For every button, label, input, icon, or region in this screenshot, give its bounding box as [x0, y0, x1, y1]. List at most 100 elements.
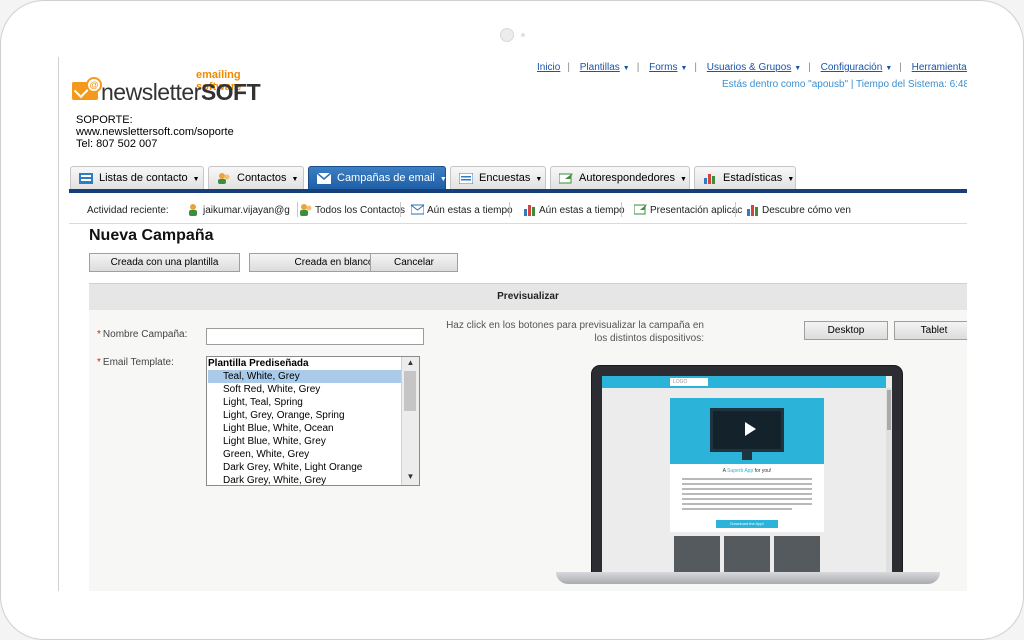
- nav-plantillas[interactable]: Plantillas: [580, 62, 620, 73]
- activity-separator: [509, 202, 510, 217]
- email-thumbnail: [724, 536, 770, 576]
- chevron-down-icon: ▼: [885, 65, 893, 72]
- support-title: SOPORTE:: [76, 114, 133, 126]
- newslettersoft-logo: emailing software @ newsletterSOFT: [71, 68, 281, 116]
- scroll-down-icon[interactable]: ▼: [402, 472, 419, 481]
- laptop-base: [556, 572, 940, 584]
- activity-item[interactable]: Todos los Contactos: [300, 204, 405, 216]
- template-option[interactable]: Light, Teal, Spring: [208, 396, 401, 409]
- template-group-label: Plantilla Prediseñada: [208, 358, 309, 369]
- preview-section-header: Previsualizar: [89, 283, 967, 311]
- laptop-preview: LOGO A Superb App for you! Download the …: [556, 365, 940, 591]
- laptop-bezel: LOGO A Superb App for you! Download the …: [591, 365, 903, 577]
- activity-item[interactable]: Presentación aplicac: [634, 204, 742, 216]
- activity-separator: [735, 202, 736, 217]
- activity-item[interactable]: jaikumar.vijayan@g: [189, 204, 290, 216]
- bar-chart-icon: [704, 174, 715, 184]
- bar-chart-icon: [747, 205, 758, 216]
- nav-configuracion[interactable]: Configuración: [821, 62, 883, 73]
- email-content-card: A Superb App for you! Download the App!: [670, 464, 824, 532]
- email-header-bar: [602, 376, 886, 388]
- scroll-up-icon[interactable]: ▲: [402, 358, 419, 367]
- nav-herramientas[interactable]: Herramientas: [912, 62, 967, 73]
- chevron-down-icon: ▼: [291, 176, 299, 183]
- template-option[interactable]: Soft Red, White, Grey: [208, 383, 401, 396]
- email-cta-button: Download the App!: [716, 520, 778, 528]
- app-screen: emailing software @ newsletterSOFT SOPOR…: [58, 57, 967, 591]
- template-option[interactable]: Light, Grey, Orange, Spring: [208, 409, 401, 422]
- contact-icon: [189, 204, 197, 216]
- chevron-down-icon: ▼: [794, 65, 802, 72]
- support-tel: Tel: 807 502 007: [76, 138, 158, 150]
- tab-campanas-de-email[interactable]: Campañas de email ▼: [308, 166, 447, 189]
- activity-separator: [297, 202, 298, 217]
- tab-label: Campañas de email: [337, 172, 435, 184]
- tab-label: Encuestas: [479, 172, 531, 184]
- chevron-down-icon: ▼: [680, 65, 688, 72]
- support-url: www.newslettersoft.com/soporte: [76, 126, 234, 138]
- top-nav: Inicio | Plantillas ▼ | Forms ▼ | Usuarios & …: [537, 62, 967, 73]
- support-info: SOPORTE: www.newslettersoft.com/soporte …: [76, 114, 234, 150]
- tab-underline-bar: [69, 189, 967, 193]
- template-option[interactable]: Light Blue, White, Ocean: [208, 422, 401, 435]
- tab-label: Estadísticas: [723, 172, 783, 184]
- activity-item[interactable]: Descubre cómo ven: [747, 205, 851, 216]
- activity-divider: [69, 223, 967, 224]
- template-option[interactable]: Dark Grey, White, Grey: [208, 474, 401, 485]
- nav-usuarios-grupos[interactable]: Usuarios & Grupos: [707, 62, 791, 73]
- desktop-preview-button[interactable]: Desktop: [804, 321, 888, 340]
- activity-separator: [400, 202, 401, 217]
- email-text-line: [682, 488, 812, 490]
- create-from-template-button[interactable]: Creada con una plantilla: [89, 253, 240, 272]
- survey-icon: [459, 173, 473, 184]
- camera-icon: [500, 28, 514, 42]
- activity-label: Actividad reciente:: [87, 205, 169, 216]
- scroll-thumb[interactable]: [404, 371, 416, 411]
- envelope-icon: [411, 204, 424, 215]
- monitor-stand: [742, 452, 752, 460]
- campaign-name-label: * Nombre Campaña:: [97, 329, 188, 340]
- email-template-label: * Email Template:: [97, 357, 174, 368]
- contacts-icon: [300, 204, 312, 216]
- activity-item[interactable]: Aún estas a tiempo: [411, 204, 513, 216]
- chevron-down-icon: ▼: [192, 176, 200, 183]
- preview-scroll-thumb[interactable]: [887, 390, 891, 430]
- bar-chart-icon: [524, 205, 535, 216]
- system-info: Estás dentro como "apousb" | Tiempo del …: [722, 79, 967, 90]
- chevron-down-icon: ▼: [535, 176, 543, 183]
- activity-item[interactable]: Aún estas a tiempo: [524, 205, 625, 216]
- chevron-down-icon: ▼: [680, 176, 687, 183]
- logo-wordmark: newsletterSOFT: [101, 79, 261, 105]
- tab-label: Listas de contacto: [99, 172, 188, 184]
- tab-estadisticas[interactable]: Estadísticas ▼: [694, 166, 796, 189]
- tab-encuestas[interactable]: Encuestas ▼: [450, 166, 546, 189]
- template-option[interactable]: Green, White, Grey: [208, 448, 401, 461]
- template-option[interactable]: Light Blue, White, Grey: [208, 435, 401, 448]
- tab-listas-de-contacto[interactable]: Listas de contacto ▼: [70, 166, 204, 189]
- chevron-down-icon: ▼: [787, 176, 795, 183]
- tab-contactos[interactable]: Contactos ▼: [208, 166, 304, 189]
- email-text-line: [682, 508, 792, 510]
- tab-autorespondedores[interactable]: Autorespondedores ▼: [550, 166, 690, 189]
- template-option[interactable]: Dark Grey, White, Light Orange: [208, 461, 401, 474]
- contact-list-icon: [79, 173, 93, 184]
- cancel-button[interactable]: Cancelar: [370, 253, 458, 272]
- email-template-listbox[interactable]: Plantilla Prediseñada Teal, White, Grey …: [206, 356, 420, 486]
- recent-activity-bar: Actividad reciente: jaikumar.vijayan@g T…: [69, 199, 967, 221]
- tablet-preview-button[interactable]: Tablet: [894, 321, 967, 340]
- email-text-line: [682, 498, 812, 500]
- nav-inicio[interactable]: Inicio: [537, 62, 560, 73]
- chevron-down-icon: ▼: [622, 65, 630, 72]
- nav-forms[interactable]: Forms: [649, 62, 677, 73]
- listbox-scrollbar[interactable]: ▲ ▼: [401, 357, 419, 485]
- email-thumbnail: [774, 536, 820, 576]
- campaign-name-input[interactable]: [206, 328, 424, 345]
- template-option[interactable]: Teal, White, Grey: [208, 370, 401, 383]
- activity-separator: [621, 202, 622, 217]
- email-thumbnail: [674, 536, 720, 576]
- email-logo: LOGO: [670, 378, 708, 386]
- envelope-icon: [317, 173, 331, 184]
- play-icon: [745, 422, 756, 436]
- email-text-line: [682, 478, 812, 480]
- logo-at-icon: @: [86, 77, 102, 93]
